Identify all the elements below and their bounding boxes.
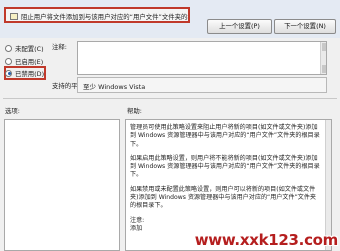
comment-scrollbar[interactable]: [320, 42, 326, 74]
radio-disabled[interactable]: 已禁用(D): [5, 68, 44, 78]
radio-label: 已禁用(D): [15, 69, 45, 78]
comment-label: 注释:: [52, 43, 67, 51]
radio-button[interactable]: [5, 69, 12, 77]
scroll-up-arrow[interactable]: [322, 43, 326, 51]
radio-not-configured[interactable]: 未配置(C): [5, 43, 44, 53]
policy-title: 阻止用户将文件添加到与该用户对应的“用户文件”文件夹的根目录下。: [4, 7, 190, 23]
help-label: 帮助:: [127, 107, 142, 115]
help-paragraph: 管理员可使用此策略设置来阻止用户将新的项目(如文件或文件夹)添加到 Window…: [130, 124, 320, 148]
radio-enabled[interactable]: 已启用(E): [5, 56, 43, 66]
scroll-down-arrow[interactable]: [322, 65, 326, 73]
help-paragraph: 注意:: [130, 216, 145, 224]
supported-platforms-field: 至少 Windows Vista: [77, 77, 327, 93]
help-paragraph: 如果启用此策略设置，则用户将不能将新的项目(如文件或文件夹)添加到 Window…: [130, 154, 320, 179]
policy-title-text: 阻止用户将文件添加到与该用户对应的“用户文件”文件夹的根目录下。: [21, 13, 188, 21]
comment-textarea[interactable]: [77, 41, 327, 75]
options-label: 选项:: [5, 107, 20, 115]
previous-setting-button[interactable]: 上一个设置(P): [207, 19, 272, 34]
radio-button[interactable]: [5, 44, 12, 52]
supported-value: 至少 Windows Vista: [83, 83, 146, 91]
next-setting-button[interactable]: 下一个设置(N): [274, 19, 336, 34]
options-panel: [4, 119, 120, 251]
section-divider: [3, 98, 337, 99]
radio-label: 未配置(C): [15, 44, 44, 53]
help-paragraph: 如果禁用或未配置此策略设置，则用户可以将新的项目(如文件或文件夹)添加到 Win…: [130, 185, 317, 210]
radio-button[interactable]: [5, 57, 12, 65]
radio-label: 已启用(E): [15, 57, 44, 66]
watermark: www.xxk123.com: [194, 231, 339, 249]
policy-icon: [10, 13, 18, 20]
